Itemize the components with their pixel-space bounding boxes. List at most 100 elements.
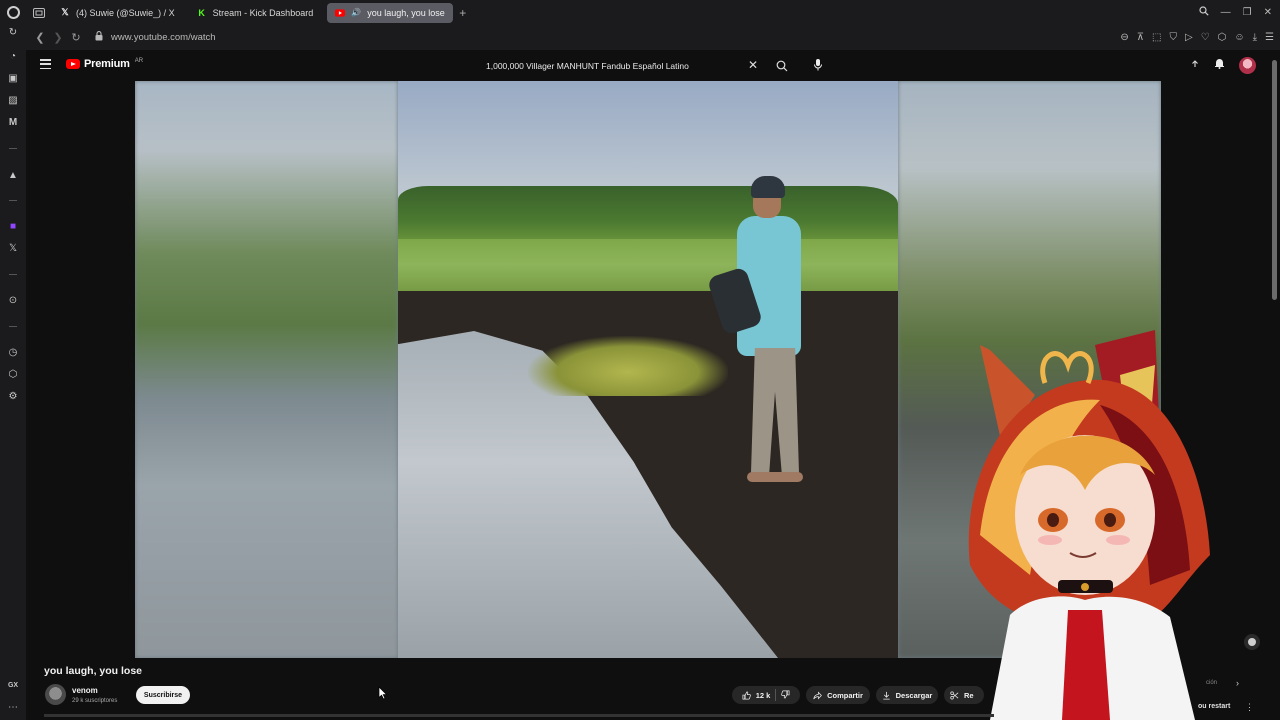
like-divider xyxy=(775,689,777,701)
minimize-icon[interactable]: — xyxy=(1221,7,1231,18)
side-panel-restart-label[interactable]: ou restart xyxy=(1198,703,1230,710)
workspaces-icon[interactable] xyxy=(26,0,52,25)
account-avatar[interactable] xyxy=(1239,56,1256,74)
youtube-logo-icon xyxy=(66,59,80,69)
hamburger-menu-icon[interactable] xyxy=(40,59,51,69)
aria-icon[interactable]: ▲ xyxy=(0,170,26,181)
vtuber-avatar-overlay xyxy=(968,330,1210,720)
tab-kick-dashboard[interactable]: K Stream - Kick Dashboard xyxy=(189,3,322,23)
shield-icon[interactable]: ⛉ xyxy=(1169,32,1177,43)
extensions-sidebar-icon[interactable]: ⬡ xyxy=(0,369,26,380)
clip-label: Re xyxy=(964,690,974,700)
video-frame xyxy=(398,81,898,658)
like-dislike-group: 12 k xyxy=(732,686,800,704)
url-field[interactable]: www.youtube.com/watch xyxy=(95,31,216,44)
clear-search-icon[interactable]: ✕ xyxy=(748,58,758,72)
close-window-icon[interactable]: ✕ xyxy=(1264,7,1272,18)
reload-icon[interactable]: ↻ xyxy=(67,31,85,44)
page-scrollbar[interactable] xyxy=(1272,60,1277,300)
play-icon[interactable]: ▷ xyxy=(1185,32,1193,43)
youtube-premium-logo[interactable]: Premium AR xyxy=(66,58,143,70)
screen: 𝕏 (4) Suwie (@Suwie_) / X K Stream - Kic… xyxy=(0,0,1280,720)
gx-label[interactable]: GX xyxy=(0,682,26,689)
extensions-icon[interactable]: ⬡ xyxy=(1218,32,1227,43)
youtube-header-actions xyxy=(1190,56,1256,74)
channel-name[interactable]: venom xyxy=(72,686,98,695)
opera-gx-logo-icon[interactable] xyxy=(0,0,26,25)
notifications-bell-icon[interactable] xyxy=(1214,56,1225,74)
lock-icon xyxy=(95,31,103,44)
thumbs-up-icon xyxy=(742,691,751,699)
x-sidebar-icon[interactable]: 𝕏 xyxy=(0,243,26,254)
search-icon[interactable] xyxy=(776,59,788,72)
search-tabs-icon[interactable] xyxy=(1199,6,1209,19)
share-button[interactable]: Compartir xyxy=(806,686,870,704)
tab-label: you laugh, you lose - xyxy=(367,7,446,18)
channel-subscriber-count: 29 k suscriptores xyxy=(72,698,118,704)
twitch-icon[interactable]: ■ xyxy=(0,221,26,232)
snapshot-icon[interactable]: ⬚ xyxy=(1152,32,1161,43)
video-blur-left xyxy=(135,81,398,658)
youtube-logo-icon xyxy=(335,8,346,18)
refresh-sidebar-icon[interactable]: ↻ xyxy=(0,27,26,38)
notes-icon[interactable]: ▨ xyxy=(0,95,26,106)
new-tab-button[interactable]: + xyxy=(453,3,472,23)
search-input[interactable] xyxy=(480,55,770,76)
more-options-icon[interactable]: ⋮ xyxy=(1245,702,1254,713)
miniplayer-bubble-icon[interactable] xyxy=(1244,634,1260,650)
share-label: Compartir xyxy=(827,690,863,700)
box-icon[interactable]: ▣ xyxy=(0,73,26,84)
subscribe-button[interactable]: Suscribirse xyxy=(136,686,190,704)
sidebar-separator xyxy=(9,148,17,149)
search-box: ✕ xyxy=(480,55,770,76)
tab-youtube-video[interactable]: 🔊 you laugh, you lose - xyxy=(327,2,454,23)
back-icon[interactable]: ❮ xyxy=(31,31,49,44)
pin-icon[interactable]: ⊼ xyxy=(1137,32,1144,43)
profile-icon[interactable]: ☺ xyxy=(1234,32,1244,43)
browser-sidebar: ↻ ◔ ▣ ▨ M ▲ ■ 𝕏 ⊙ ◷ ⬡ ⚙ GX ⋯ xyxy=(0,25,26,720)
person-pants xyxy=(751,348,799,473)
x-logo-icon: 𝕏 xyxy=(61,7,69,17)
address-bar: ❮ ❯ ↻ www.youtube.com/watch ⊖ ⊼ ⬚ ⛉ ▷ ♡ … xyxy=(26,25,1280,50)
zoom-icon[interactable]: ⊖ xyxy=(1120,32,1128,43)
module-icon[interactable]: M xyxy=(0,117,26,128)
dislike-button[interactable] xyxy=(781,690,790,701)
sidebar-separator xyxy=(9,200,17,201)
forward-icon[interactable]: ❯ xyxy=(49,31,67,44)
youtube-header: Premium AR ✕ xyxy=(26,50,1280,81)
mouse-cursor-icon xyxy=(378,686,388,700)
create-upload-icon[interactable] xyxy=(1190,56,1200,74)
download-arrow-icon xyxy=(882,691,890,700)
tab-label: Stream - Kick Dashboard xyxy=(212,7,314,18)
scissors-icon xyxy=(950,691,959,699)
like-count: 12 k xyxy=(755,690,771,700)
thumbs-down-icon xyxy=(781,690,790,698)
person-cap xyxy=(751,176,785,198)
person-feet xyxy=(747,472,803,482)
restore-icon[interactable]: ❐ xyxy=(1243,7,1252,18)
sidebar-separator xyxy=(9,274,17,275)
microphone-icon[interactable] xyxy=(812,58,824,72)
tab-label: (4) Suwie (@Suwie_) / X xyxy=(76,7,175,18)
download-label: Descargar xyxy=(895,690,933,700)
clip-button[interactable]: Re xyxy=(944,686,984,704)
player-icon[interactable]: ⊙ xyxy=(0,295,26,306)
menu-icon[interactable]: ☰ xyxy=(1265,32,1274,43)
speaker-icon[interactable]: 🔊 xyxy=(351,8,361,17)
like-button[interactable]: 12 k xyxy=(742,690,771,700)
speed-dial-icon[interactable]: ◔ xyxy=(0,51,26,62)
download-button[interactable]: Descargar xyxy=(876,686,938,704)
history-icon[interactable]: ◷ xyxy=(0,347,26,358)
tab-twitter[interactable]: 𝕏 (4) Suwie (@Suwie_) / X xyxy=(52,3,183,23)
url-text: www.youtube.com/watch xyxy=(111,32,216,43)
download-icon[interactable]: ⤓ xyxy=(1253,32,1257,43)
video-title: you laugh, you lose xyxy=(44,665,143,677)
settings-icon[interactable]: ⚙ xyxy=(0,391,26,402)
window-controls: — ❐ ✕ xyxy=(1199,0,1272,25)
channel-avatar[interactable] xyxy=(45,684,66,705)
heart-icon[interactable]: ♡ xyxy=(1201,32,1210,43)
more-sidebar-icon[interactable]: ⋯ xyxy=(0,702,26,713)
scene-person xyxy=(706,176,833,496)
share-icon xyxy=(813,690,822,700)
chevron-right-icon[interactable]: › xyxy=(1236,678,1239,688)
